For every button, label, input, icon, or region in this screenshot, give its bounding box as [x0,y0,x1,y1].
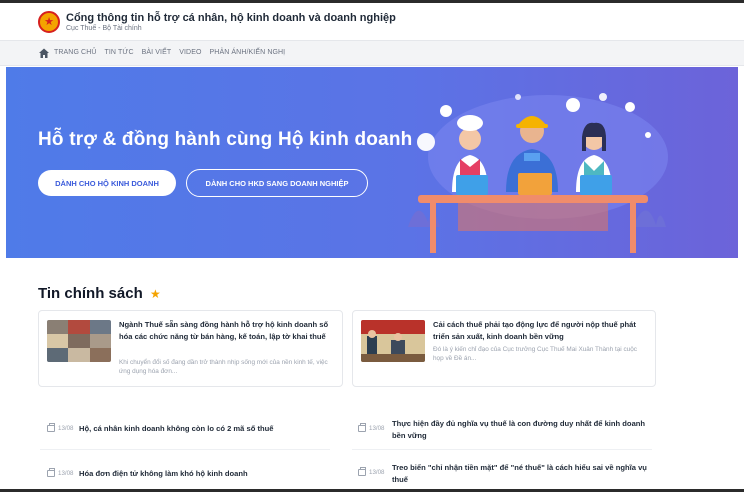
calendar-icon [358,467,366,476]
news-title[interactable]: Treo biển "chỉ nhận tiền mặt" để "né thu… [392,462,654,486]
nav-item-home[interactable]: TRANG CHỦ [54,49,97,56]
news-title[interactable]: Thực hiện đầy đủ nghĩa vụ thuế là con đư… [392,418,654,442]
article-thumbnail [47,320,111,362]
star-icon: ★ [150,287,161,301]
nav-item-feedback[interactable]: PHẢN ÁNH/KIẾN NGHỊ [210,49,286,56]
article-thumbnail [361,320,425,362]
news-title[interactable]: Hộ, cá nhân kinh doanh không còn lo có 2… [79,423,339,435]
policy-card[interactable]: Cải cách thuế phải tạo động lực để người… [352,310,656,387]
news-date: 13/08 [58,470,74,477]
news-date: 13/08 [58,425,74,432]
calendar-icon [358,423,366,432]
star-icon: ★ [44,15,54,28]
site-title[interactable]: Cổng thông tin hỗ trợ cá nhân, hộ kinh d… [66,12,396,24]
card-title[interactable]: Cải cách thuế phải tạo động lực để người… [433,319,643,343]
home-icon[interactable] [38,47,50,59]
household-business-button[interactable]: DÀNH CHO HỘ KINH DOANH [38,170,176,196]
household-to-enterprise-button[interactable]: DÀNH CHO HKD SANG DOANH NGHIỆP [186,169,368,197]
nav-item-video[interactable]: VIDEO [179,49,201,56]
nav-item-news[interactable]: TIN TỨC [105,49,134,56]
divider [40,449,330,450]
divider [352,449,652,450]
nav-item-articles[interactable]: BÀI VIẾT [142,49,172,56]
hero-banner: Hỗ trợ & đồng hành cùng Hộ kinh doanh DÀ… [6,67,738,258]
section-title: Tin chính sách [38,285,143,302]
news-date: 13/08 [369,469,385,476]
calendar-icon [47,423,55,432]
logo-emblem[interactable]: ★ [38,11,60,33]
main-nav: TRANG CHỦ TIN TỨC BÀI VIẾT VIDEO PHẢN ÁN… [0,40,744,66]
hero-illustration [408,93,668,253]
card-description: Khi chuyển đổi số đang dần trở thành nhị… [119,359,328,375]
card-description: Đó là ý kiến chỉ đạo của Cục trưởng Cục … [433,346,637,362]
card-title[interactable]: Ngành Thuế sẵn sàng đồng hành hỗ trợ hộ … [119,319,335,343]
news-date: 13/08 [369,425,385,432]
page-frame: ★ Cổng thông tin hỗ trợ cá nhân, hộ kinh… [0,0,744,492]
site-subtitle: Cục Thuế - Bộ Tài chính [66,25,142,32]
news-title[interactable]: Hóa đơn điện tử không làm khó hộ kinh do… [79,468,339,480]
calendar-icon [47,468,55,477]
hero-title: Hỗ trợ & đồng hành cùng Hộ kinh doanh [38,129,413,150]
policy-card[interactable]: Ngành Thuế sẵn sàng đồng hành hỗ trợ hộ … [38,310,343,387]
